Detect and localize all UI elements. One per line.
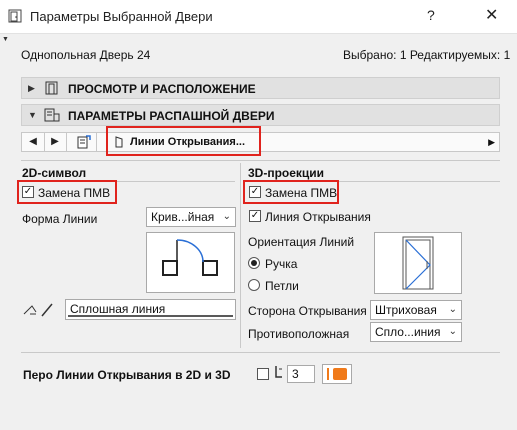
pen-color-swatch[interactable] — [322, 364, 352, 384]
line-type-sample — [68, 315, 233, 317]
highlight-box-tab — [106, 126, 261, 156]
column-divider — [240, 163, 241, 348]
opening-line-label: Линия Открывания — [265, 210, 371, 224]
help-button[interactable]: ? — [427, 7, 435, 23]
2d-symbol-preview — [146, 232, 235, 293]
page-list-icon — [77, 135, 91, 149]
resize-marker: ▼ — [2, 36, 9, 43]
highlight-box-2d-override — [17, 180, 117, 204]
pen-color-fill — [333, 368, 347, 380]
chevron-down-icon: ⌄ — [222, 211, 231, 222]
line-form-select[interactable]: Крив...йная ⌄ — [146, 207, 236, 227]
opposite-label: Противоположная — [248, 327, 350, 341]
radio-hinges-label: Петли — [265, 279, 299, 293]
close-button[interactable]: ✕ — [485, 5, 498, 25]
selection-status: Выбрано: 1 Редактируемых: 1 — [343, 48, 511, 62]
divider — [21, 160, 500, 161]
chevron-down-icon: ⌄ — [448, 304, 457, 315]
window-title: Параметры Выбранной Двери — [30, 9, 213, 24]
3d-projection-preview — [374, 232, 462, 294]
line-type-select[interactable]: Сплошная линия — [65, 299, 236, 320]
pen-override-checkbox[interactable] — [257, 368, 269, 380]
expand-arrow-icon: ▶ — [28, 83, 35, 93]
door-settings-icon — [44, 108, 60, 122]
radio-handle-label: Ручка — [265, 257, 298, 271]
collapse-arrow-icon: ▼ — [28, 110, 37, 120]
door-app-icon — [8, 9, 22, 23]
prev-page-button[interactable]: ◀ — [22, 133, 45, 151]
door-elevation-preview — [402, 236, 434, 290]
chevron-down-icon: ⌄ — [448, 326, 457, 337]
section-preview-positioning[interactable]: ▶ ПРОСМОТР И РАСПОЛОЖЕНИЕ — [21, 77, 500, 99]
line-type-icon — [23, 303, 53, 317]
door-frame-icon — [45, 81, 58, 95]
next-page-button[interactable]: ▶ — [44, 133, 67, 151]
title-bar: Параметры Выбранной Двери ? ✕ — [0, 0, 517, 34]
pen-color-marker — [327, 368, 329, 380]
pen-number-input[interactable]: 3 — [287, 365, 315, 383]
section-label: ПАРАМЕТРЫ РАСПАШНОЙ ДВЕРИ — [68, 109, 275, 123]
heading-3d-projection: 3D-проекции — [248, 166, 325, 180]
radio-handle[interactable] — [248, 257, 260, 269]
opening-line-checkbox[interactable]: ✓ — [249, 210, 261, 222]
orientation-label: Ориентация Линий — [248, 235, 355, 249]
scroll-right-icon[interactable]: ▶ — [488, 133, 495, 151]
door-plan-preview — [162, 239, 218, 276]
highlight-box-3d-override — [243, 180, 339, 204]
section-swing-door-params[interactable]: ▼ ПАРАМЕТРЫ РАСПАШНОЙ ДВЕРИ — [21, 104, 500, 126]
opening-side-select[interactable]: Штриховая ⌄ — [370, 300, 462, 320]
radio-hinges[interactable] — [248, 279, 260, 291]
opposite-select[interactable]: Спло...иния ⌄ — [370, 322, 462, 342]
heading-2d-symbol: 2D-символ — [22, 166, 87, 180]
opening-side-label: Сторона Открывания — [248, 304, 367, 318]
page-list-button[interactable] — [72, 133, 97, 151]
pen-icon — [275, 366, 282, 378]
line-form-label: Форма Линии — [22, 212, 98, 226]
divider — [21, 352, 500, 353]
element-name: Однопольная Дверь 24 — [21, 48, 151, 62]
pen-label: Перо Линии Открывания в 2D и 3D — [23, 368, 231, 382]
section-label: ПРОСМОТР И РАСПОЛОЖЕНИЕ — [68, 82, 256, 96]
